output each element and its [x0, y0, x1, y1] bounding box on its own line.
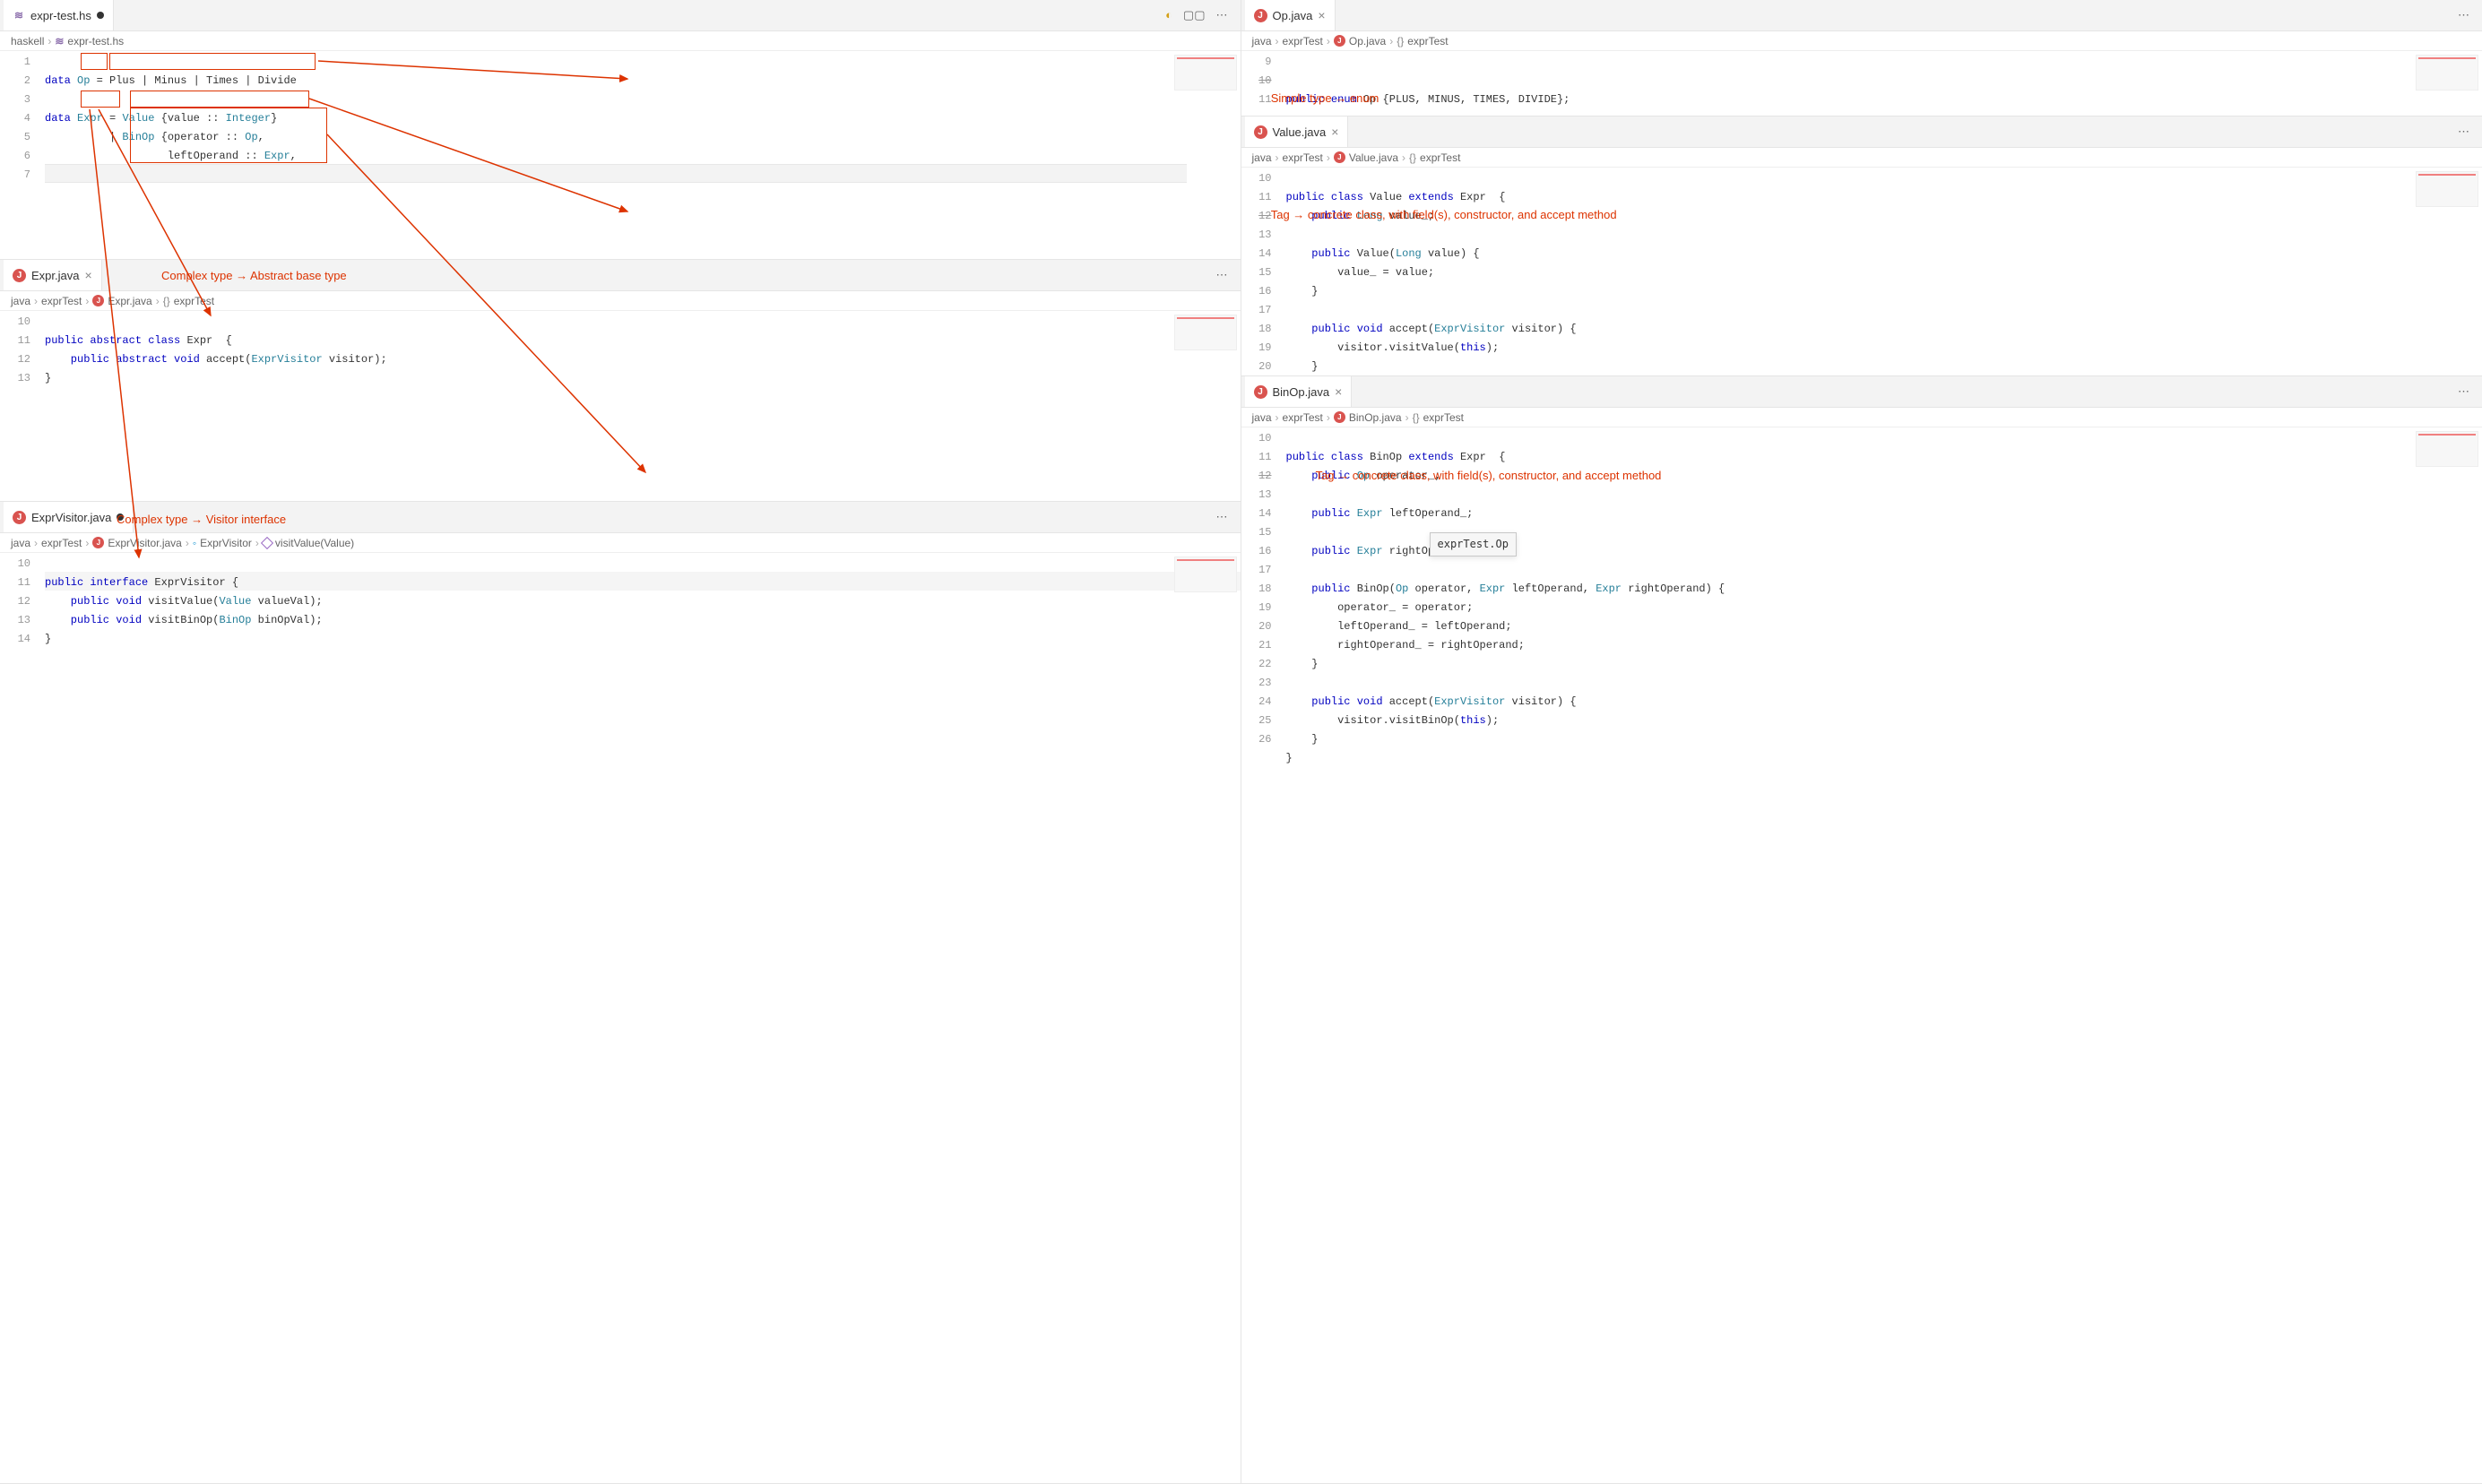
close-icon[interactable]: × — [1331, 125, 1338, 138]
minimap[interactable] — [1174, 55, 1237, 91]
tab-label: expr-test.hs — [30, 9, 91, 22]
close-icon[interactable]: × — [84, 269, 91, 281]
tab-op-java[interactable]: J Op.java × — [1245, 0, 1336, 30]
java-icon: J — [13, 269, 26, 282]
minimap[interactable] — [2416, 171, 2478, 207]
breadcrumb[interactable]: haskell › ≋ expr-test.hs — [0, 31, 1241, 51]
more-actions-icon[interactable]: ⋯ — [1216, 510, 1228, 524]
java-icon: J — [1254, 9, 1267, 22]
haskell-icon: ≋ — [55, 35, 64, 47]
editor-op[interactable]: 91011 public enum Op {PLUS, MINUS, TIMES… — [1241, 51, 2482, 116]
java-icon: J — [1334, 151, 1345, 163]
more-actions-icon[interactable]: ⋯ — [2458, 384, 2469, 399]
minimap[interactable] — [2416, 431, 2478, 467]
more-actions-icon[interactable]: ⋯ — [2458, 125, 2469, 139]
java-icon: J — [1254, 125, 1267, 139]
editor-visitor[interactable]: 1011121314 public interface ExprVisitor … — [0, 553, 1241, 1483]
java-icon: J — [13, 511, 26, 524]
tab-expr-test-hs[interactable]: ≋ expr-test.hs — [4, 0, 114, 30]
namespace-icon: {} — [163, 295, 170, 307]
breadcrumb[interactable]: java› exprTest› J Expr.java› {} exprTest — [0, 291, 1241, 311]
editor-haskell[interactable]: 1234567 data Op = Plus | Minus | Times |… — [0, 51, 1241, 259]
dirty-indicator-icon — [117, 513, 124, 521]
compare-icon[interactable]: ◐ — [1165, 8, 1172, 22]
tab-label: ExprVisitor.java — [31, 511, 111, 524]
close-icon[interactable]: × — [1318, 9, 1325, 22]
method-icon — [261, 536, 273, 548]
editor-expr[interactable]: 10111213 public abstract class Expr { pu… — [0, 311, 1241, 501]
java-icon: J — [1254, 385, 1267, 399]
editor-binop[interactable]: 1011121314151617181920212223242526 publi… — [1241, 427, 2482, 1483]
tab-label: BinOp.java — [1273, 385, 1330, 399]
breadcrumb[interactable]: java› exprTest› J ExprVisitor.java› ◦ Ex… — [0, 533, 1241, 553]
namespace-icon: {} — [1413, 411, 1420, 424]
minimap[interactable] — [1174, 556, 1237, 592]
java-icon: J — [1334, 35, 1345, 47]
namespace-icon: {} — [1409, 151, 1416, 164]
namespace-icon: {} — [1397, 35, 1404, 47]
more-actions-icon[interactable]: ⋯ — [2458, 8, 2469, 22]
breadcrumb[interactable]: java› exprTest› J BinOp.java› {} exprTes… — [1241, 408, 2482, 427]
hover-tooltip: exprTest.Op — [1430, 532, 1517, 556]
minimap[interactable] — [1174, 315, 1237, 350]
breadcrumb[interactable]: java› exprTest› J Op.java› {} exprTest — [1241, 31, 2482, 51]
java-icon: J — [1334, 411, 1345, 423]
tab-exprvisitor-java[interactable]: J ExprVisitor.java — [4, 502, 134, 532]
tab-label: Op.java — [1273, 9, 1313, 22]
more-actions-icon[interactable]: ⋯ — [1216, 8, 1228, 22]
haskell-icon: ≋ — [13, 9, 25, 22]
tab-value-java[interactable]: J Value.java × — [1245, 116, 1349, 147]
java-icon: J — [92, 295, 104, 306]
tab-label: Expr.java — [31, 269, 79, 282]
breadcrumb[interactable]: java› exprTest› J Value.java› {} exprTes… — [1241, 148, 2482, 168]
interface-icon: ◦ — [193, 537, 196, 549]
dirty-indicator-icon — [97, 12, 104, 19]
tab-label: Value.java — [1273, 125, 1327, 139]
more-actions-icon[interactable]: ⋯ — [1216, 268, 1228, 282]
close-icon[interactable]: × — [1335, 385, 1342, 398]
java-icon: J — [92, 537, 104, 548]
minimap[interactable] — [2416, 55, 2478, 91]
split-editor-icon[interactable]: ▢▢ — [1183, 8, 1206, 22]
tab-expr-java[interactable]: J Expr.java × — [4, 260, 102, 290]
tab-binop-java[interactable]: J BinOp.java × — [1245, 376, 1353, 407]
editor-value[interactable]: 1011121314151617181920 public class Valu… — [1241, 168, 2482, 375]
